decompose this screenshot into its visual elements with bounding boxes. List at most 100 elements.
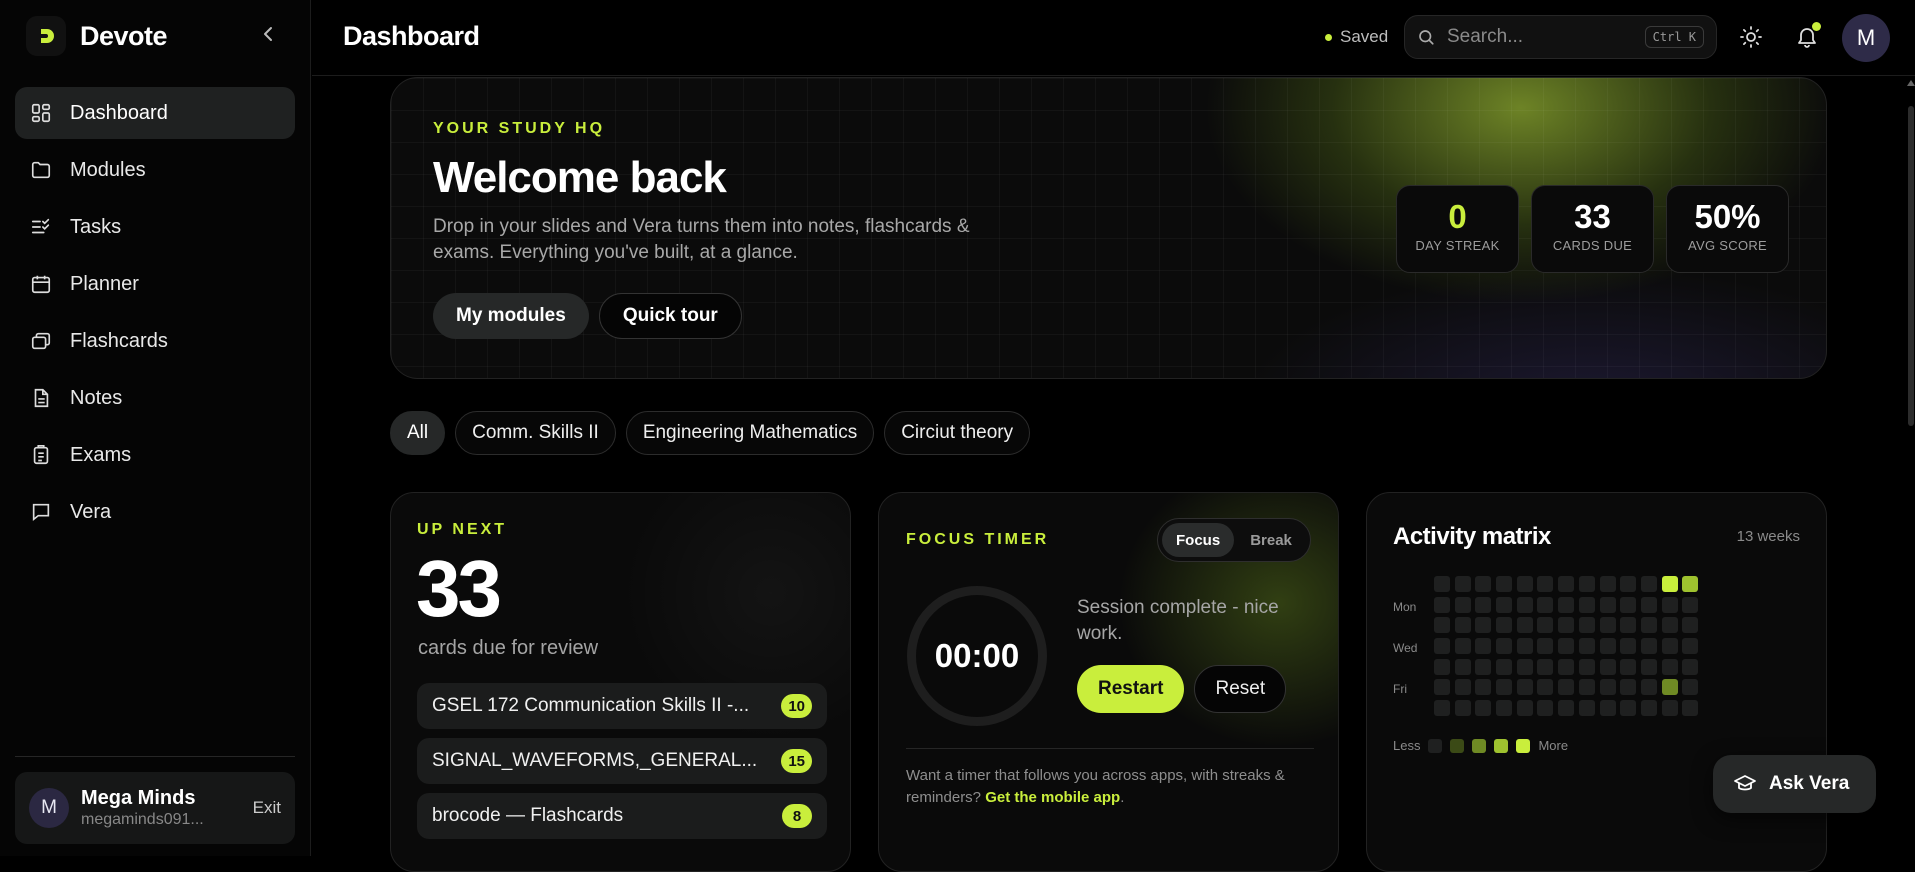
sidebar-item-tasks[interactable]: Tasks — [15, 201, 295, 253]
heatmap-cell — [1599, 700, 1616, 717]
heatmap-cell — [1682, 617, 1699, 634]
notifications-button[interactable] — [1792, 22, 1822, 52]
activity-title: Activity matrix — [1393, 523, 1551, 550]
sidebar-item-vera[interactable]: Vera — [15, 486, 295, 538]
heatmap-cell — [1516, 638, 1533, 655]
heatmap-cell — [1434, 576, 1450, 592]
filter-chip-all[interactable]: All — [390, 411, 446, 455]
user-info: Mega Minds megaminds091... — [81, 786, 241, 829]
brand-logo-icon — [26, 16, 66, 56]
sidebar-item-notes[interactable]: Notes — [15, 372, 295, 424]
sidebar-item-dashboard[interactable]: Dashboard — [15, 87, 295, 139]
heatmap-cell — [1454, 596, 1471, 613]
notes-icon — [34, 388, 49, 408]
day-label — [1393, 617, 1433, 638]
heatmap-cell — [1640, 700, 1657, 717]
heatmap-cell — [1454, 700, 1471, 717]
page-title: Dashboard — [343, 21, 480, 51]
heatmap-cell — [1475, 596, 1492, 613]
search-shortcut: Ctrl K — [1644, 26, 1704, 48]
sun-icon — [1740, 26, 1762, 48]
saved-label: Saved — [1340, 27, 1389, 46]
tab-focus[interactable]: Focus — [1162, 523, 1235, 557]
scrollbar[interactable] — [1907, 76, 1915, 856]
heatmap-cell — [1558, 638, 1575, 655]
list-item[interactable]: GSEL 172 Communication Skills II -... 10 — [417, 683, 827, 729]
stat-value: 0 — [1448, 198, 1467, 235]
tab-break[interactable]: Break — [1236, 523, 1306, 557]
sidebar-item-label: Vera — [70, 500, 112, 523]
heatmap-cell — [1475, 679, 1492, 696]
filter-chip-circuit-theory[interactable]: Circiut theory — [884, 411, 1031, 455]
exams-icon — [33, 445, 49, 465]
legend-more: More — [1538, 738, 1569, 753]
promo-period: . — [1120, 789, 1125, 806]
sidebar-item-exams[interactable]: Exams — [15, 429, 295, 481]
heatmap-cell — [1475, 700, 1492, 717]
sidebar-divider — [15, 756, 295, 757]
heatmap-cell — [1558, 700, 1575, 717]
theme-toggle-button[interactable] — [1736, 22, 1766, 52]
scroll-up-icon[interactable] — [1907, 80, 1915, 86]
sidebar-item-flashcards[interactable]: Flashcards — [15, 315, 295, 367]
deck-name: brocode — Flashcards — [432, 805, 624, 826]
stat-day-streak: 0 DAY STREAK — [1396, 185, 1519, 273]
heatmap-cell — [1640, 658, 1657, 675]
hero-stats: 0 DAY STREAK 33 CARDS DUE 50% AVG SCORE — [1396, 185, 1789, 273]
timer-mode-toggle: Focus Break — [1157, 518, 1311, 562]
heatmap-cell — [1475, 638, 1492, 655]
stat-label: CARDS DUE — [1552, 238, 1633, 253]
activity-legend: Less More — [1393, 738, 1568, 753]
heatmap-cell — [1475, 658, 1492, 675]
ask-vera-label: Ask Vera — [1769, 773, 1850, 794]
avatar[interactable]: M — [1842, 14, 1890, 62]
heatmap-cell — [1599, 638, 1616, 655]
user-card[interactable]: M Mega Minds megaminds091... Exit — [15, 772, 295, 844]
heatmap-cell — [1558, 617, 1575, 634]
timer-actions: Restart Reset — [1077, 665, 1287, 713]
heatmap-cell — [1661, 700, 1678, 717]
collapse-sidebar-button[interactable] — [256, 22, 280, 46]
sidebar-nav: Dashboard Modules Tasks Planner Flashcar… — [15, 87, 295, 543]
cards-due-count: 33 — [416, 544, 502, 633]
heatmap-cell — [1516, 700, 1533, 717]
sidebar-item-label: Notes — [70, 386, 123, 409]
activity-matrix-card: Activity matrix 13 weeks Mon Wed Fri Less … — [1366, 492, 1827, 872]
heatmap-cell — [1434, 596, 1450, 613]
day-label: Wed — [1393, 641, 1418, 656]
heatmap-cell — [1537, 638, 1554, 655]
filter-chip-engineering-mathematics[interactable]: Engineering Mathematics — [625, 411, 875, 455]
heatmap-cell — [1599, 679, 1616, 696]
activity-day-labels: Mon Wed Fri — [1393, 576, 1433, 721]
heatmap-cell — [1454, 576, 1471, 592]
reset-button[interactable]: Reset — [1194, 665, 1287, 713]
sidebar-item-label: Planner — [70, 272, 139, 295]
heatmap-cell — [1682, 658, 1699, 675]
heatmap-cell — [1454, 617, 1471, 634]
mobile-app-promo: Want a timer that follows you across app… — [906, 765, 1316, 809]
sidebar-item-label: Tasks — [70, 215, 122, 238]
scroll-thumb[interactable] — [1908, 106, 1914, 426]
heatmap-cell — [1558, 658, 1575, 675]
my-modules-button[interactable]: My modules — [433, 293, 589, 339]
exit-button[interactable]: Exit — [253, 798, 281, 818]
get-mobile-app-link[interactable]: Get the mobile app — [985, 789, 1120, 806]
sidebar-item-modules[interactable]: Modules — [15, 144, 295, 196]
search-input[interactable]: Search... Ctrl K — [1404, 15, 1717, 59]
filter-chip-comm-skills[interactable]: Comm. Skills II — [455, 411, 616, 455]
heatmap-cell — [1558, 596, 1575, 613]
timer-divider — [906, 748, 1314, 749]
quick-tour-button[interactable]: Quick tour — [598, 293, 742, 339]
brand[interactable]: Devote — [26, 16, 168, 56]
heatmap-cell — [1496, 679, 1513, 696]
sidebar-item-planner[interactable]: Planner — [15, 258, 295, 310]
heatmap-cell — [1475, 576, 1492, 592]
day-label: Fri — [1393, 682, 1407, 697]
list-item[interactable]: SIGNAL_WAVEFORMS,_GENERAL... 15 — [417, 738, 827, 784]
list-item[interactable]: brocode — Flashcards 8 — [417, 793, 827, 839]
hero-actions: My modules Quick tour — [433, 293, 742, 339]
ask-vera-button[interactable]: Ask Vera — [1713, 755, 1876, 813]
heatmap-cell — [1578, 617, 1595, 634]
restart-button[interactable]: Restart — [1077, 665, 1185, 713]
deck-name: SIGNAL_WAVEFORMS,_GENERAL... — [432, 750, 758, 771]
